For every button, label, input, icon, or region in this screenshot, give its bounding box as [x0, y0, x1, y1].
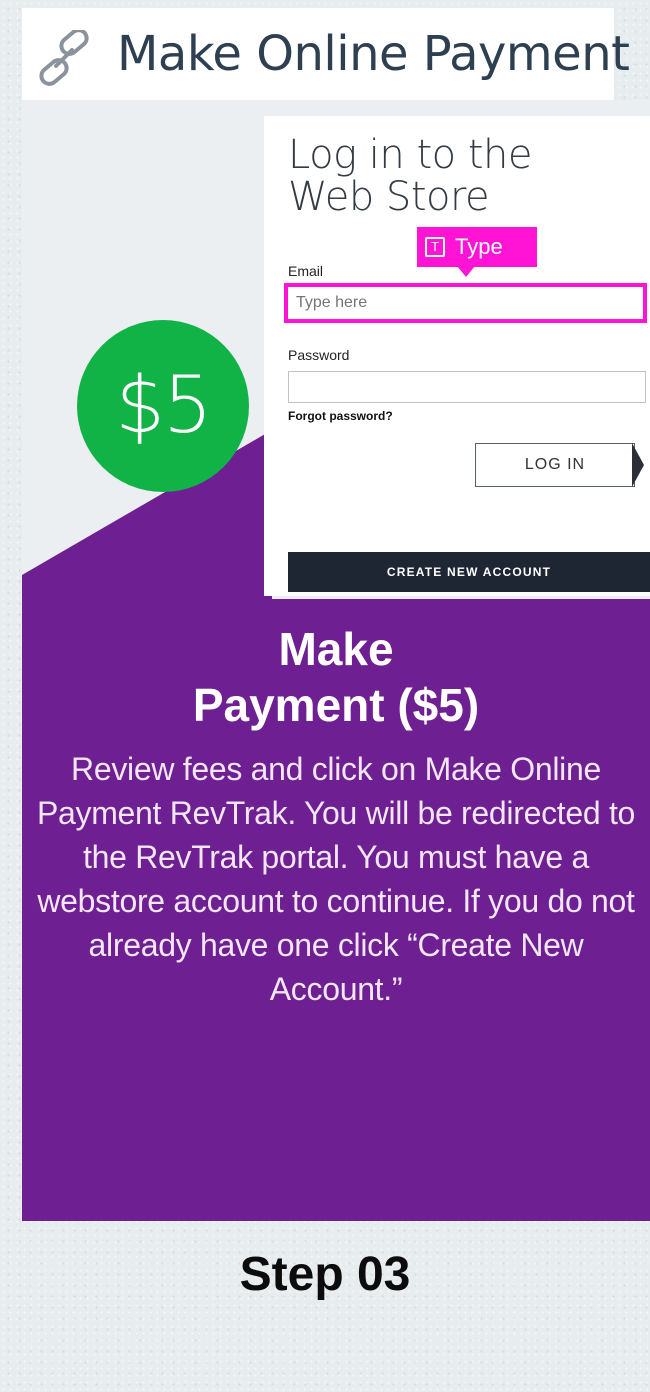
step-heading-line2: Payment ($5) — [192, 679, 480, 731]
login-panel: Log in to the Web Store T Type Email Pas… — [264, 116, 650, 596]
header: Make Online Payment — [22, 8, 630, 100]
chevron-right-icon — [632, 443, 644, 487]
type-tag-arrow-icon — [457, 266, 475, 277]
price-badge: $5 — [77, 320, 249, 492]
create-account-button[interactable]: CREATE NEW ACCOUNT — [288, 552, 650, 592]
email-field[interactable] — [284, 283, 647, 323]
step-heading: Make Payment ($5) — [22, 621, 650, 733]
login-title: Log in to the Web Store — [288, 134, 532, 218]
email-label: Email — [288, 263, 324, 279]
forgot-password-link[interactable]: Forgot password? — [288, 409, 393, 423]
step-card: Make Payment ($5) Review fees and click … — [22, 599, 650, 1221]
step-heading-line1: Make — [278, 623, 394, 675]
password-label: Password — [288, 347, 350, 363]
step-description: Review fees and click on Make Online Pay… — [36, 751, 636, 1007]
price-label: $5 — [115, 361, 212, 451]
link-icon — [39, 30, 89, 86]
login-button[interactable]: LOG IN — [475, 443, 635, 487]
step-label: Step 03 — [239, 1248, 411, 1301]
login-title-line1: Log in to the — [288, 132, 532, 178]
header-title: Make Online Payment — [117, 26, 630, 82]
password-field[interactable] — [288, 371, 646, 403]
type-tag-label: Type — [455, 234, 503, 259]
text-type-icon: T — [425, 237, 445, 257]
login-title-line2: Web Store — [288, 174, 490, 220]
type-annotation-tag: T Type — [417, 227, 537, 267]
